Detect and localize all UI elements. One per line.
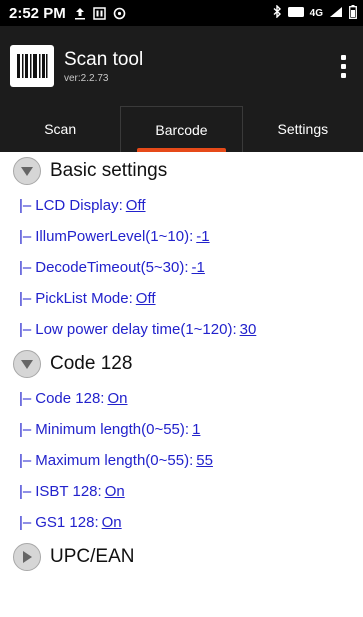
- setting-value-link[interactable]: On: [105, 483, 125, 500]
- barcode-app-icon: [10, 45, 54, 87]
- setting-isbt-128[interactable]: |– ISBT 128: On: [0, 476, 363, 507]
- setting-value-link[interactable]: Off: [126, 197, 146, 214]
- section-title: Code 128: [50, 353, 133, 374]
- bluetooth-icon: [273, 4, 282, 21]
- section-upc-ean[interactable]: UPC/EAN: [0, 538, 363, 576]
- setting-value-link[interactable]: 30: [240, 321, 257, 338]
- app-version: ver:2.2.73: [64, 72, 109, 84]
- overflow-menu-button[interactable]: [333, 46, 353, 86]
- tab-settings[interactable]: Settings: [243, 106, 363, 152]
- setting-value-link[interactable]: -1: [192, 259, 205, 276]
- tree-prefix: |–: [19, 483, 32, 500]
- setting-decode-timeout[interactable]: |– DecodeTimeout(5~30): -1: [0, 252, 363, 283]
- app-bar: Scan tool ver:2.2.73: [0, 26, 363, 106]
- storage-icon: [92, 6, 106, 20]
- network-type-label: 4G: [309, 7, 323, 19]
- collapsed-arrow-icon[interactable]: [13, 543, 41, 571]
- setting-value-link[interactable]: On: [102, 514, 122, 531]
- tree-prefix: |–: [19, 228, 32, 245]
- setting-value-link[interactable]: 55: [196, 452, 213, 469]
- section-basic-settings[interactable]: Basic settings: [0, 152, 363, 190]
- settings-list: Basic settings |– LCD Display: Off |– Il…: [0, 152, 363, 576]
- section-code-128[interactable]: Code 128: [0, 345, 363, 383]
- tab-scan[interactable]: Scan: [0, 106, 120, 152]
- setting-label: Code 128:: [35, 390, 105, 407]
- tree-prefix: |–: [19, 452, 32, 469]
- setting-value-link[interactable]: On: [107, 390, 127, 407]
- setting-label: ISBT 128:: [35, 483, 102, 500]
- status-time: 2:52 PM: [9, 4, 66, 22]
- setting-gs1-128[interactable]: |– GS1 128: On: [0, 507, 363, 538]
- setting-value-link[interactable]: -1: [196, 228, 209, 245]
- setting-label: IllumPowerLevel(1~10):: [35, 228, 194, 245]
- tab-barcode-label: Barcode: [155, 121, 208, 138]
- setting-label: Low power delay time(1~120):: [35, 321, 237, 338]
- setting-label: Maximum length(0~55):: [35, 452, 194, 469]
- tab-scan-label: Scan: [44, 121, 77, 137]
- status-bar: 2:52 PM 4G: [0, 0, 363, 26]
- tree-prefix: |–: [19, 514, 32, 531]
- section-title: UPC/EAN: [50, 546, 135, 567]
- setting-label: LCD Display:: [35, 197, 123, 214]
- tree-prefix: |–: [19, 390, 32, 407]
- setting-label: DecodeTimeout(5~30):: [35, 259, 189, 276]
- setting-label: GS1 128:: [35, 514, 99, 531]
- tree-prefix: |–: [19, 259, 32, 276]
- setting-picklist-mode[interactable]: |– PickList Mode: Off: [0, 283, 363, 314]
- volte-badge-icon: [287, 6, 304, 20]
- tree-prefix: |–: [19, 290, 32, 307]
- setting-lcd-display[interactable]: |– LCD Display: Off: [0, 190, 363, 221]
- setting-minimum-length[interactable]: |– Minimum length(0~55): 1: [0, 414, 363, 445]
- tab-barcode[interactable]: Barcode: [120, 106, 243, 152]
- signal-icon: [329, 6, 343, 21]
- setting-value-link[interactable]: 1: [192, 421, 200, 438]
- setting-label: PickList Mode:: [35, 290, 133, 307]
- app-title: Scan tool: [64, 48, 144, 70]
- setting-label: Minimum length(0~55):: [35, 421, 190, 438]
- tree-prefix: |–: [19, 321, 32, 338]
- tree-prefix: |–: [19, 197, 32, 214]
- setting-maximum-length[interactable]: |– Maximum length(0~55): 55: [0, 445, 363, 476]
- setting-illum-power-level[interactable]: |– IllumPowerLevel(1~10): -1: [0, 221, 363, 252]
- tab-bar: Scan Barcode Settings: [0, 106, 363, 152]
- battery-icon: [349, 4, 357, 22]
- tree-prefix: |–: [19, 421, 32, 438]
- section-title: Basic settings: [50, 160, 168, 181]
- setting-low-power-delay[interactable]: |– Low power delay time(1~120): 30: [0, 314, 363, 345]
- setting-code-128[interactable]: |– Code 128: On: [0, 383, 363, 414]
- expand-arrow-icon[interactable]: [13, 157, 41, 185]
- setting-value-link[interactable]: Off: [136, 290, 156, 307]
- upload-icon: [74, 7, 86, 20]
- sync-icon: [113, 7, 126, 20]
- tab-settings-label: Settings: [277, 121, 329, 137]
- expand-arrow-icon[interactable]: [13, 350, 41, 378]
- more-vert-icon: [340, 54, 346, 60]
